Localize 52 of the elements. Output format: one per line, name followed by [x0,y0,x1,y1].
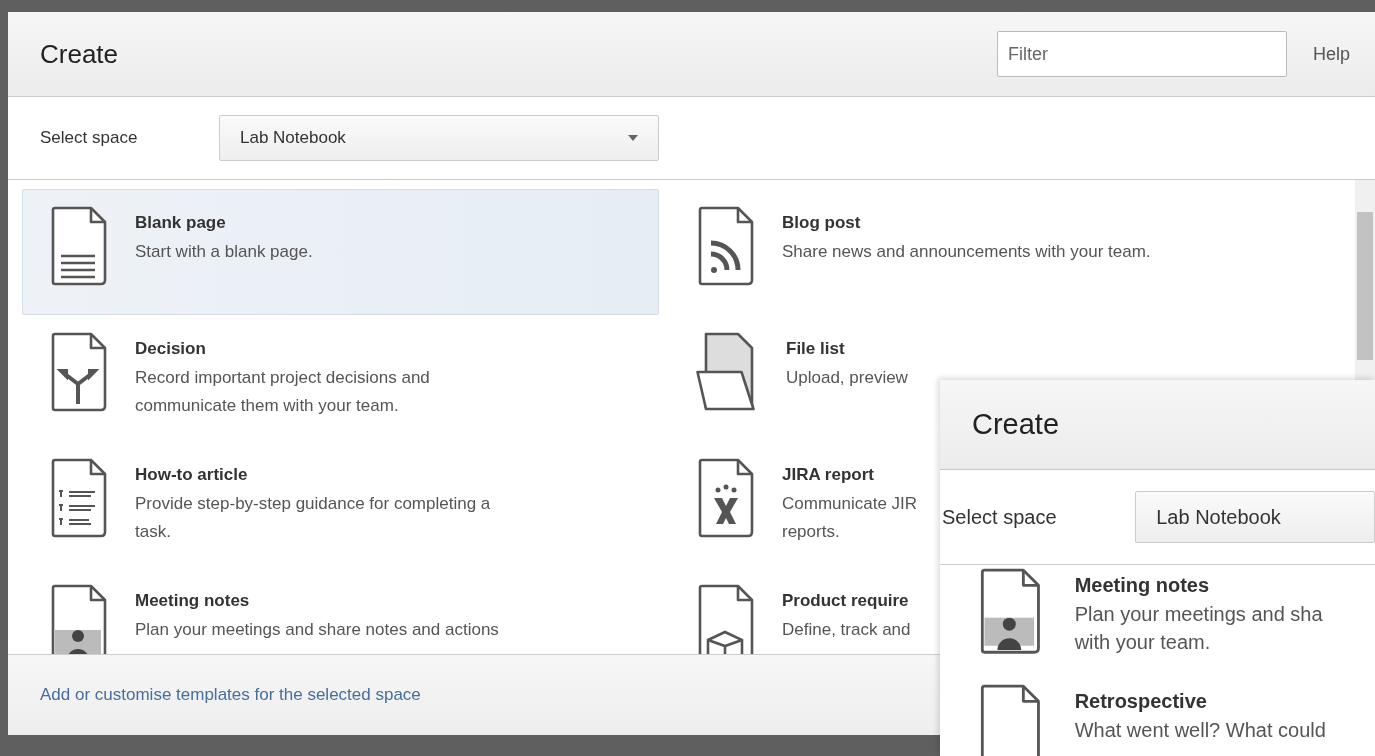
numbered-list-icon [49,458,107,538]
rss-document-icon [696,206,754,286]
template-description: reports. [782,521,841,543]
template-title: Decision [135,338,207,360]
template-description: communicate them with your team. [135,395,400,417]
template-title: Meeting notes [1074,573,1211,598]
space-dropdown[interactable]: Lab Notebook [219,115,659,161]
template-item[interactable]: How-to article Provide step-by-step guidance for completing a task. [22,441,500,551]
select-space-label: Select space [942,505,1058,529]
template-description: Plan your meetings and share notes and actions [135,619,499,641]
template-item[interactable]: Product require Define, track and [669,567,920,654]
template-description: Share news and announcements with your team. [782,241,1151,263]
people-document-icon [978,568,1041,655]
template-description: Record important project decisions and [135,367,430,389]
template-description: Provide step-by-step guidance for completing a [135,493,491,515]
customise-templates-link[interactable]: Add or customise templates for the selected space [40,685,421,705]
split-arrow-document-icon [49,332,107,412]
dialog-title: Create [972,408,1061,441]
template-description: Upload, preview [786,367,908,389]
document-lines-icon [49,206,107,286]
template-title: JIRA report [782,464,875,486]
template-description: task. [135,521,172,543]
help-link[interactable]: Help [1312,43,1350,65]
template-item[interactable]: Retrospective What went well? What could [978,684,1375,756]
template-title: File list [786,338,846,360]
caret-icon [628,135,638,141]
template-item[interactable]: Meeting notes Plan your meetings and sha with your team. [978,568,1375,684]
select-space-label: Select space [40,128,139,148]
template-item[interactable]: Decision Record important project decisions and communicate them with your team. [22,315,439,425]
template-item[interactable]: File list Upload, preview [669,315,917,417]
box-document-icon [696,584,754,654]
template-item[interactable]: Blog post Share news and announcements with your team. [669,189,1160,291]
dialog-title: Create [40,38,120,70]
filter-field[interactable]: Filter [996,31,1287,77]
template-title: Blog post [782,212,862,234]
template-description: Define, track and [782,619,911,641]
template-item[interactable]: JIRA report Communicate JIR reports. [669,441,927,551]
template-description: Communicate JIR [782,493,918,515]
template-title: How-to article [135,464,249,486]
people-document-icon [49,584,107,654]
space-dropdown[interactable]: Lab Notebook [1135,491,1375,543]
template-item[interactable]: Blank page Start with a blank page. [22,189,659,315]
folder-icon [696,332,758,412]
template-description: Plan your meetings and sha [1074,602,1323,627]
template-title: Retrospective [1074,689,1208,714]
template-title: Blank page [135,212,227,234]
person-document-icon [696,458,754,538]
template-description: with your team. [1074,630,1212,655]
template-title: Product require [782,590,910,612]
template-description: What went well? What could [1074,718,1326,743]
template-title: Meeting notes [135,590,251,612]
template-description: Start with a blank page. [135,241,313,263]
